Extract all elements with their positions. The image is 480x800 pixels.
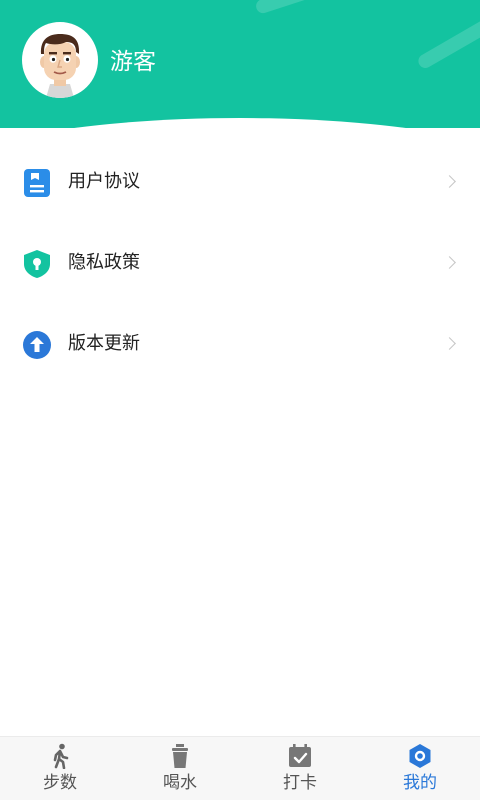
chevron-right-icon <box>443 256 456 269</box>
header-decoration <box>254 0 316 15</box>
tab-label: 我的 <box>403 773 437 793</box>
avatar[interactable] <box>22 22 98 98</box>
walking-icon <box>53 743 69 769</box>
settings-menu: 用户协议 隐私政策 版本更新 <box>0 142 480 385</box>
chevron-right-icon <box>443 175 456 188</box>
tab-drink-water[interactable]: 喝水 <box>120 737 240 800</box>
tab-mine[interactable]: 我的 <box>360 737 480 800</box>
tab-steps[interactable]: 步数 <box>0 737 120 800</box>
bottom-tab-bar: 步数 喝水 打卡 我的 <box>0 736 480 800</box>
header-curve <box>0 118 480 128</box>
chevron-right-icon <box>443 337 456 350</box>
menu-item-privacy-policy[interactable]: 隐私政策 <box>0 223 480 304</box>
profile-header: 游客 <box>0 0 480 128</box>
header-decoration <box>415 3 480 71</box>
update-arrow-icon <box>23 330 51 359</box>
avatar-face-icon <box>40 34 80 98</box>
menu-item-label: 隐私政策 <box>68 252 140 273</box>
cup-icon <box>172 744 188 768</box>
user-agreement-icon <box>24 168 50 197</box>
profile-hexagon-icon <box>409 744 431 768</box>
profile-page: 游客 用户协议 隐私政策 版本更新 步数 喝水 打卡 我的 <box>0 0 480 800</box>
menu-item-label: 版本更新 <box>68 333 140 354</box>
menu-item-user-agreement[interactable]: 用户协议 <box>0 142 480 223</box>
menu-item-label: 用户协议 <box>68 171 140 192</box>
privacy-shield-icon <box>24 249 50 278</box>
tab-check-in[interactable]: 打卡 <box>240 737 360 800</box>
calendar-check-icon <box>289 744 311 767</box>
tab-label: 打卡 <box>283 773 317 793</box>
tab-label: 喝水 <box>163 773 197 793</box>
menu-item-version-update[interactable]: 版本更新 <box>0 304 480 385</box>
username: 游客 <box>110 49 156 75</box>
tab-label: 步数 <box>43 773 77 793</box>
